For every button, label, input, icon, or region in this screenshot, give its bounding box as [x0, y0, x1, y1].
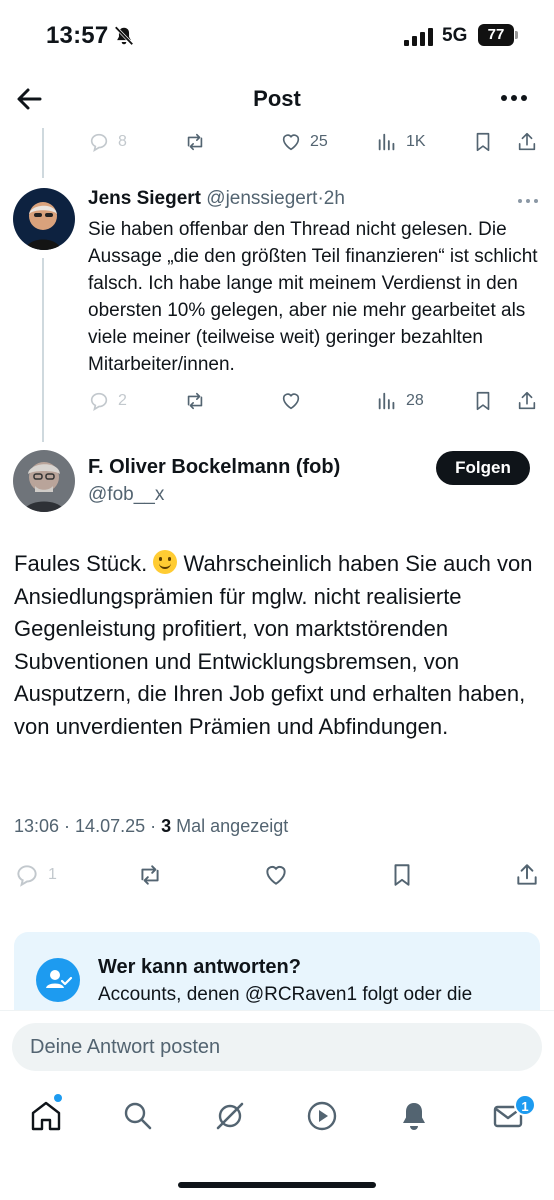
author-handle[interactable]: @fob__x: [88, 484, 164, 506]
parent-share-button[interactable]: [516, 127, 538, 157]
status-bar: 13:57 5G 77: [0, 0, 554, 70]
repost-icon: [187, 392, 203, 410]
reply-text: Sie haben offenbar den Thread nicht gele…: [88, 219, 538, 375]
parent-like-button[interactable]: 25: [280, 127, 328, 157]
main-reply-count: 1: [48, 866, 57, 883]
parent-reply-button[interactable]: 8: [88, 127, 127, 157]
views-icon: [378, 133, 395, 151]
author-name[interactable]: F. Oliver Bockelmann (fob): [88, 456, 340, 479]
main-reply-button[interactable]: 1: [14, 860, 57, 890]
grok-icon: [216, 1102, 244, 1130]
author-name[interactable]: Jens Siegert: [88, 188, 201, 209]
home-icon: [31, 1101, 61, 1131]
avatar-jens-image: [13, 188, 75, 250]
status-time: 13:57: [46, 22, 109, 49]
share-icon: [518, 391, 536, 410]
post-text-part-2: Wahrscheinlich haben Sie auch von Ansied…: [14, 551, 533, 739]
parent-views-button[interactable]: 1K: [376, 127, 426, 157]
post-date: 14.07.25: [75, 816, 146, 836]
top-nav: Post: [0, 72, 554, 128]
battery-tip: [515, 31, 518, 39]
heart-icon: [282, 393, 300, 410]
tab-home[interactable]: [28, 1098, 64, 1134]
post-time: 2h: [323, 188, 345, 209]
avatar[interactable]: [13, 450, 75, 512]
reply-reply-button[interactable]: 2: [88, 386, 127, 416]
search-icon: [124, 1102, 152, 1130]
heart-icon: [282, 134, 300, 151]
reply-like-button[interactable]: [280, 386, 302, 416]
more-horizontal-icon[interactable]: [516, 196, 540, 206]
more-horizontal-icon[interactable]: [500, 88, 528, 108]
reply-reply-count: 2: [118, 392, 127, 409]
post-meta: 13:06 · 14.07.25 · 3 Mal angezeigt: [14, 816, 289, 836]
messages-badge: 1: [514, 1094, 536, 1116]
main-share-button[interactable]: [514, 860, 540, 890]
share-icon: [518, 132, 536, 151]
reply-compose-bar: [0, 1010, 554, 1084]
repost-icon: [141, 865, 159, 885]
view-count: 3: [161, 816, 172, 836]
bell-icon: [403, 1103, 425, 1130]
reply-icon: [90, 392, 108, 411]
reply-input[interactable]: [12, 1023, 542, 1071]
user-check-icon: [36, 958, 80, 1002]
main-like-button[interactable]: [263, 860, 289, 890]
parent-like-count: 25: [310, 133, 328, 150]
signal-icon: [404, 28, 433, 46]
main-repost-button[interactable]: [137, 860, 163, 890]
post-text-part-1: Faules Stück.: [14, 551, 154, 576]
bookmark-icon: [394, 864, 410, 886]
reply-bookmark-button[interactable]: [472, 386, 494, 416]
parent-reply-count: 8: [118, 133, 127, 150]
bookmark-icon: [476, 391, 490, 411]
parent-bookmark-button[interactable]: [472, 127, 494, 157]
tab-video[interactable]: [304, 1098, 340, 1134]
bookmark-icon: [476, 132, 490, 152]
share-icon: [517, 864, 537, 885]
home-indicator: [178, 1182, 376, 1188]
smiley-emoji-icon: [153, 550, 178, 574]
heart-icon: [266, 865, 286, 885]
bell-off-icon: [114, 26, 134, 46]
battery-icon: 77: [478, 24, 514, 46]
reply-action-row: 2 28: [0, 386, 554, 416]
page-title: Post: [253, 86, 301, 111]
reply-views-button[interactable]: 28: [376, 386, 424, 416]
parent-view-count: 1K: [406, 133, 426, 150]
network-type: 5G: [442, 25, 468, 46]
tab-notifications[interactable]: [396, 1098, 432, 1134]
post-time: 13:06: [14, 816, 60, 836]
reply-repost-button[interactable]: [184, 386, 206, 416]
views-icon: [378, 392, 395, 410]
views-label: Mal angezeigt: [176, 816, 289, 836]
reply-icon: [17, 865, 37, 887]
tab-grok[interactable]: [212, 1098, 248, 1134]
main-action-row: 1: [0, 860, 554, 894]
reply-icon: [90, 133, 108, 152]
parent-action-row: 8 25 1K: [0, 127, 554, 157]
parent-repost-button[interactable]: [184, 127, 206, 157]
reply-view-count: 28: [406, 392, 424, 409]
reply-share-button[interactable]: [516, 386, 538, 416]
follow-button[interactable]: Folgen: [436, 451, 530, 485]
who-can-reply-title: Wer kann antworten?: [98, 956, 301, 978]
who-can-reply-text: Accounts, denen @RCRaven1 folgt oder die: [98, 984, 473, 1005]
tab-search[interactable]: [120, 1098, 156, 1134]
post-text: Faules Stück. Wahrscheinlich haben Sie a…: [14, 548, 540, 743]
author-handle[interactable]: @jenssiegert: [206, 188, 317, 209]
home-notification-dot: [54, 1094, 62, 1102]
reply-header: Jens Siegert @jenssiegert·2h: [88, 188, 345, 210]
play-circle-icon: [307, 1101, 337, 1131]
avatar[interactable]: [13, 188, 75, 250]
main-bookmark-button[interactable]: [389, 860, 415, 890]
repost-icon: [187, 133, 203, 151]
avatar-fob-image: [13, 450, 75, 512]
